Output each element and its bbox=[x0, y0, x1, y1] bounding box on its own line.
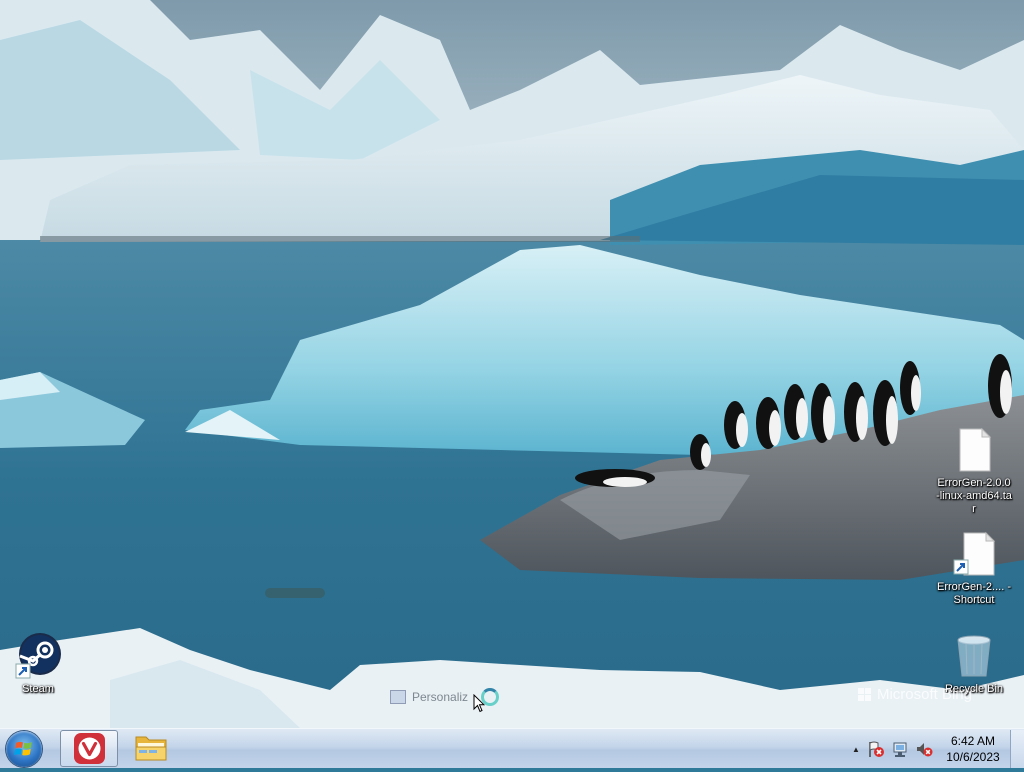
volume-muted-icon[interactable] bbox=[915, 740, 933, 758]
wallpaper bbox=[0, 0, 1024, 728]
taskbar: ▲ 6:42 AM 10/6/2023 bbox=[0, 728, 1024, 768]
file-icon bbox=[950, 426, 998, 474]
personalize-icon bbox=[390, 690, 406, 704]
recycle-bin-icon bbox=[950, 632, 998, 680]
action-center-flag-icon[interactable] bbox=[867, 740, 885, 758]
desktop-icon-steam[interactable]: Steam bbox=[0, 632, 78, 696]
taskbar-clock[interactable]: 6:42 AM 10/6/2023 bbox=[942, 733, 1004, 765]
show-hidden-icons-arrow[interactable]: ▲ bbox=[848, 729, 864, 769]
desktop[interactable]: ErrorGen-2.0.0-linux-amd64.tar ErrorGen-… bbox=[0, 0, 1024, 728]
network-icon[interactable] bbox=[891, 740, 909, 758]
taskbar-vivaldi-button[interactable] bbox=[60, 730, 118, 767]
file-shortcut-icon bbox=[950, 530, 998, 578]
show-desktop-button[interactable] bbox=[1010, 730, 1024, 768]
windows-start-icon bbox=[14, 741, 32, 756]
personalize-ghost-text: Personaliz bbox=[412, 690, 469, 704]
system-tray: ▲ 6:42 AM 10/6/2023 bbox=[848, 729, 1024, 769]
bing-watermark: Microsoft Bing bbox=[857, 686, 972, 703]
vivaldi-icon bbox=[74, 733, 105, 764]
start-button[interactable] bbox=[6, 731, 42, 767]
folder-icon bbox=[135, 736, 167, 761]
microsoft-logo-icon bbox=[857, 687, 871, 701]
desktop-icon-errorgen-shortcut[interactable]: ErrorGen-2.... - Shortcut bbox=[934, 530, 1014, 607]
clock-time: 6:42 AM bbox=[950, 734, 996, 748]
bing-watermark-text: Microsoft Bing bbox=[876, 686, 972, 703]
steam-icon bbox=[14, 632, 62, 680]
desktop-icon-label: ErrorGen-2.... - Shortcut bbox=[937, 581, 1011, 606]
desktop-icon-label: Steam bbox=[22, 683, 54, 695]
desktop-icon-errorgen-tar[interactable]: ErrorGen-2.0.0-linux-amd64.tar bbox=[934, 426, 1014, 516]
mouse-pointer-icon bbox=[473, 694, 485, 713]
desktop-icon-label: ErrorGen-2.0.0-linux-amd64.tar bbox=[936, 477, 1012, 515]
personalize-ghost: Personaliz bbox=[390, 690, 468, 704]
clock-date: 10/6/2023 bbox=[946, 750, 1000, 764]
taskbar-file-explorer-button[interactable] bbox=[122, 730, 180, 767]
